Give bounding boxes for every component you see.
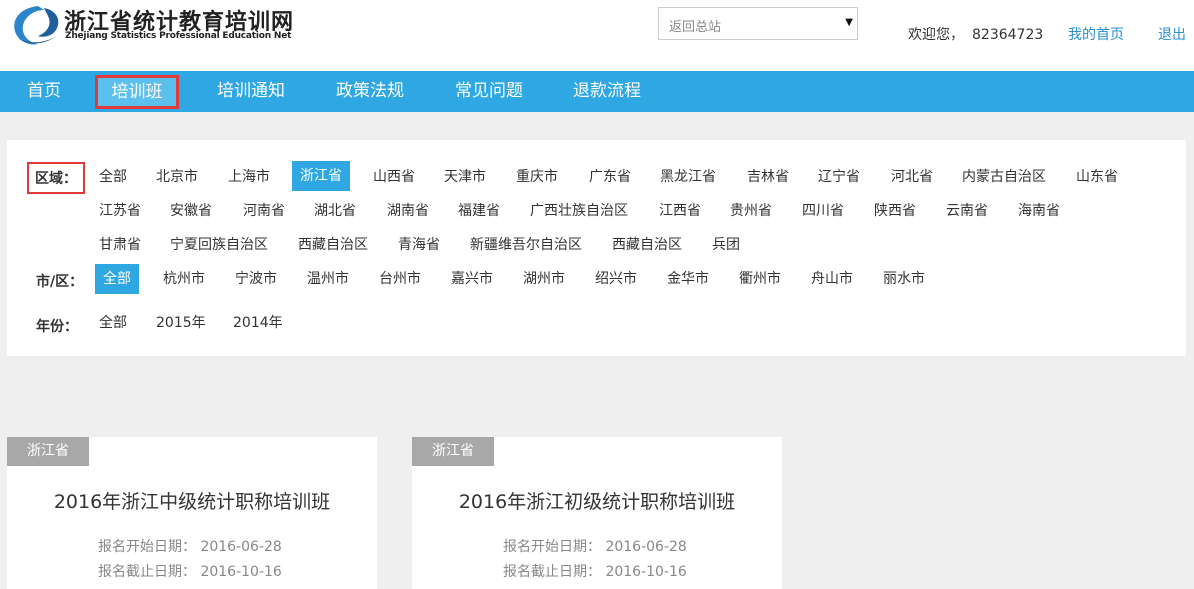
nav-notice[interactable]: 培训通知	[217, 71, 285, 112]
city-option[interactable]: 绍兴市	[595, 264, 637, 294]
city-option[interactable]: 温州市	[307, 264, 349, 294]
region-label: 区域：	[27, 162, 85, 194]
card-end-value: 2016-10-16	[605, 564, 687, 580]
region-option[interactable]: 西藏自治区	[612, 230, 682, 260]
city-option[interactable]: 丽水市	[883, 264, 925, 294]
region-option[interactable]: 吉林省	[747, 162, 789, 192]
region-option[interactable]: 江西省	[659, 196, 701, 226]
chevron-down-icon: ▼	[845, 17, 853, 28]
region-option[interactable]: 新疆维吾尔自治区	[470, 230, 582, 260]
card-title[interactable]: 2016年浙江中级统计职称培训班	[7, 487, 377, 514]
card-end-label: 报名截止日期：	[503, 564, 601, 580]
city-option[interactable]: 衢州市	[739, 264, 781, 294]
region-option[interactable]: 云南省	[946, 196, 988, 226]
region-option[interactable]: 上海市	[228, 162, 270, 192]
city-option[interactable]: 湖州市	[523, 264, 565, 294]
city-option[interactable]: 舟山市	[811, 264, 853, 294]
logo-title-en: Zhejiang Statistics Professional Educati…	[65, 31, 292, 41]
region-option-selected[interactable]: 浙江省	[292, 161, 350, 191]
card-start-value: 2016-06-28	[605, 539, 687, 555]
region-option[interactable]: 江苏省	[99, 196, 141, 226]
card-region-tag: 浙江省	[7, 437, 89, 466]
card-end-label: 报名截止日期：	[98, 564, 196, 580]
region-option[interactable]: 辽宁省	[818, 162, 860, 192]
card-start-date: 报名开始日期： 2016-06-28	[98, 536, 282, 556]
region-option[interactable]: 甘肃省	[99, 230, 141, 260]
card-end-date: 报名截止日期： 2016-10-16	[503, 561, 687, 581]
welcome-label: 欢迎您，	[908, 27, 964, 43]
region-option[interactable]: 北京市	[156, 162, 198, 192]
region-option[interactable]: 贵州省	[730, 196, 772, 226]
main-nav: 首页 培训班 培训通知 政策法规 常见问题 退款流程	[0, 71, 1194, 112]
region-option[interactable]: 广西壮族自治区	[530, 196, 628, 226]
city-option[interactable]: 宁波市	[235, 264, 277, 294]
city-option[interactable]: 台州市	[379, 264, 421, 294]
year-option[interactable]: 全部	[99, 308, 127, 338]
nav-training[interactable]: 培训班	[95, 75, 179, 109]
card-start-label: 报名开始日期：	[503, 539, 601, 555]
region-option[interactable]: 全部	[99, 162, 127, 192]
region-option[interactable]: 安徽省	[170, 196, 212, 226]
logout-link[interactable]: 退出	[1158, 24, 1186, 44]
city-option[interactable]: 杭州市	[163, 264, 205, 294]
region-option[interactable]: 山东省	[1076, 162, 1118, 192]
filter-panel: 区域： 全部 北京市 上海市 浙江省 山西省 天津市 重庆市 广东省 黑龙江省 …	[7, 140, 1186, 356]
region-option[interactable]: 天津市	[444, 162, 486, 192]
site-select[interactable]: 返回总站 ▼	[658, 7, 858, 40]
city-option[interactable]: 金华市	[667, 264, 709, 294]
nav-policy[interactable]: 政策法规	[336, 71, 404, 112]
year-option[interactable]: 2014年	[233, 308, 283, 338]
region-option[interactable]: 河北省	[891, 162, 933, 192]
region-option[interactable]: 河南省	[243, 196, 285, 226]
region-option[interactable]: 陕西省	[874, 196, 916, 226]
region-option[interactable]: 山西省	[373, 162, 415, 192]
region-option[interactable]: 广东省	[589, 162, 631, 192]
nav-home[interactable]: 首页	[27, 71, 61, 112]
card-end-date: 报名截止日期： 2016-10-16	[98, 561, 282, 581]
region-option[interactable]: 西藏自治区	[298, 230, 368, 260]
card-end-value: 2016-10-16	[200, 564, 282, 580]
card-region-tag: 浙江省	[412, 437, 494, 466]
year-option[interactable]: 2015年	[156, 308, 206, 338]
region-option[interactable]: 湖南省	[387, 196, 429, 226]
region-option[interactable]: 福建省	[458, 196, 500, 226]
region-option[interactable]: 内蒙古自治区	[962, 162, 1046, 192]
region-option[interactable]: 四川省	[802, 196, 844, 226]
nav-faq[interactable]: 常见问题	[455, 71, 523, 112]
card-start-label: 报名开始日期：	[98, 539, 196, 555]
card-start-date: 报名开始日期： 2016-06-28	[503, 536, 687, 556]
card-title[interactable]: 2016年浙江初级统计职称培训班	[412, 487, 782, 514]
user-id: 82364723	[972, 27, 1044, 43]
region-option[interactable]: 宁夏回族自治区	[170, 230, 268, 260]
region-option[interactable]: 重庆市	[516, 162, 558, 192]
card-start-value: 2016-06-28	[200, 539, 282, 555]
year-label: 年份：	[36, 319, 78, 335]
my-home-link[interactable]: 我的首页	[1068, 24, 1124, 44]
site-select-value: 返回总站	[669, 20, 722, 35]
course-card[interactable]: 浙江省 2016年浙江初级统计职称培训班 报名开始日期： 2016-06-28 …	[412, 437, 782, 589]
region-option[interactable]: 黑龙江省	[660, 162, 716, 192]
site-logo[interactable]: 浙江省统计教育培训网 Zhejiang Statistics Professio…	[8, 2, 293, 48]
header: 浙江省统计教育培训网 Zhejiang Statistics Professio…	[0, 0, 1194, 71]
welcome-text: 欢迎您， 82364723	[908, 24, 1043, 44]
course-card[interactable]: 浙江省 2016年浙江中级统计职称培训班 报名开始日期： 2016-06-28 …	[7, 437, 377, 589]
logo-mark-icon	[14, 6, 60, 45]
region-option[interactable]: 兵团	[712, 230, 740, 260]
city-option-selected[interactable]: 全部	[95, 264, 139, 294]
city-label: 市/区：	[36, 274, 84, 290]
region-option[interactable]: 青海省	[398, 230, 440, 260]
region-option[interactable]: 海南省	[1018, 196, 1060, 226]
city-option[interactable]: 嘉兴市	[451, 264, 493, 294]
nav-refund[interactable]: 退款流程	[573, 71, 641, 112]
region-option[interactable]: 湖北省	[314, 196, 356, 226]
